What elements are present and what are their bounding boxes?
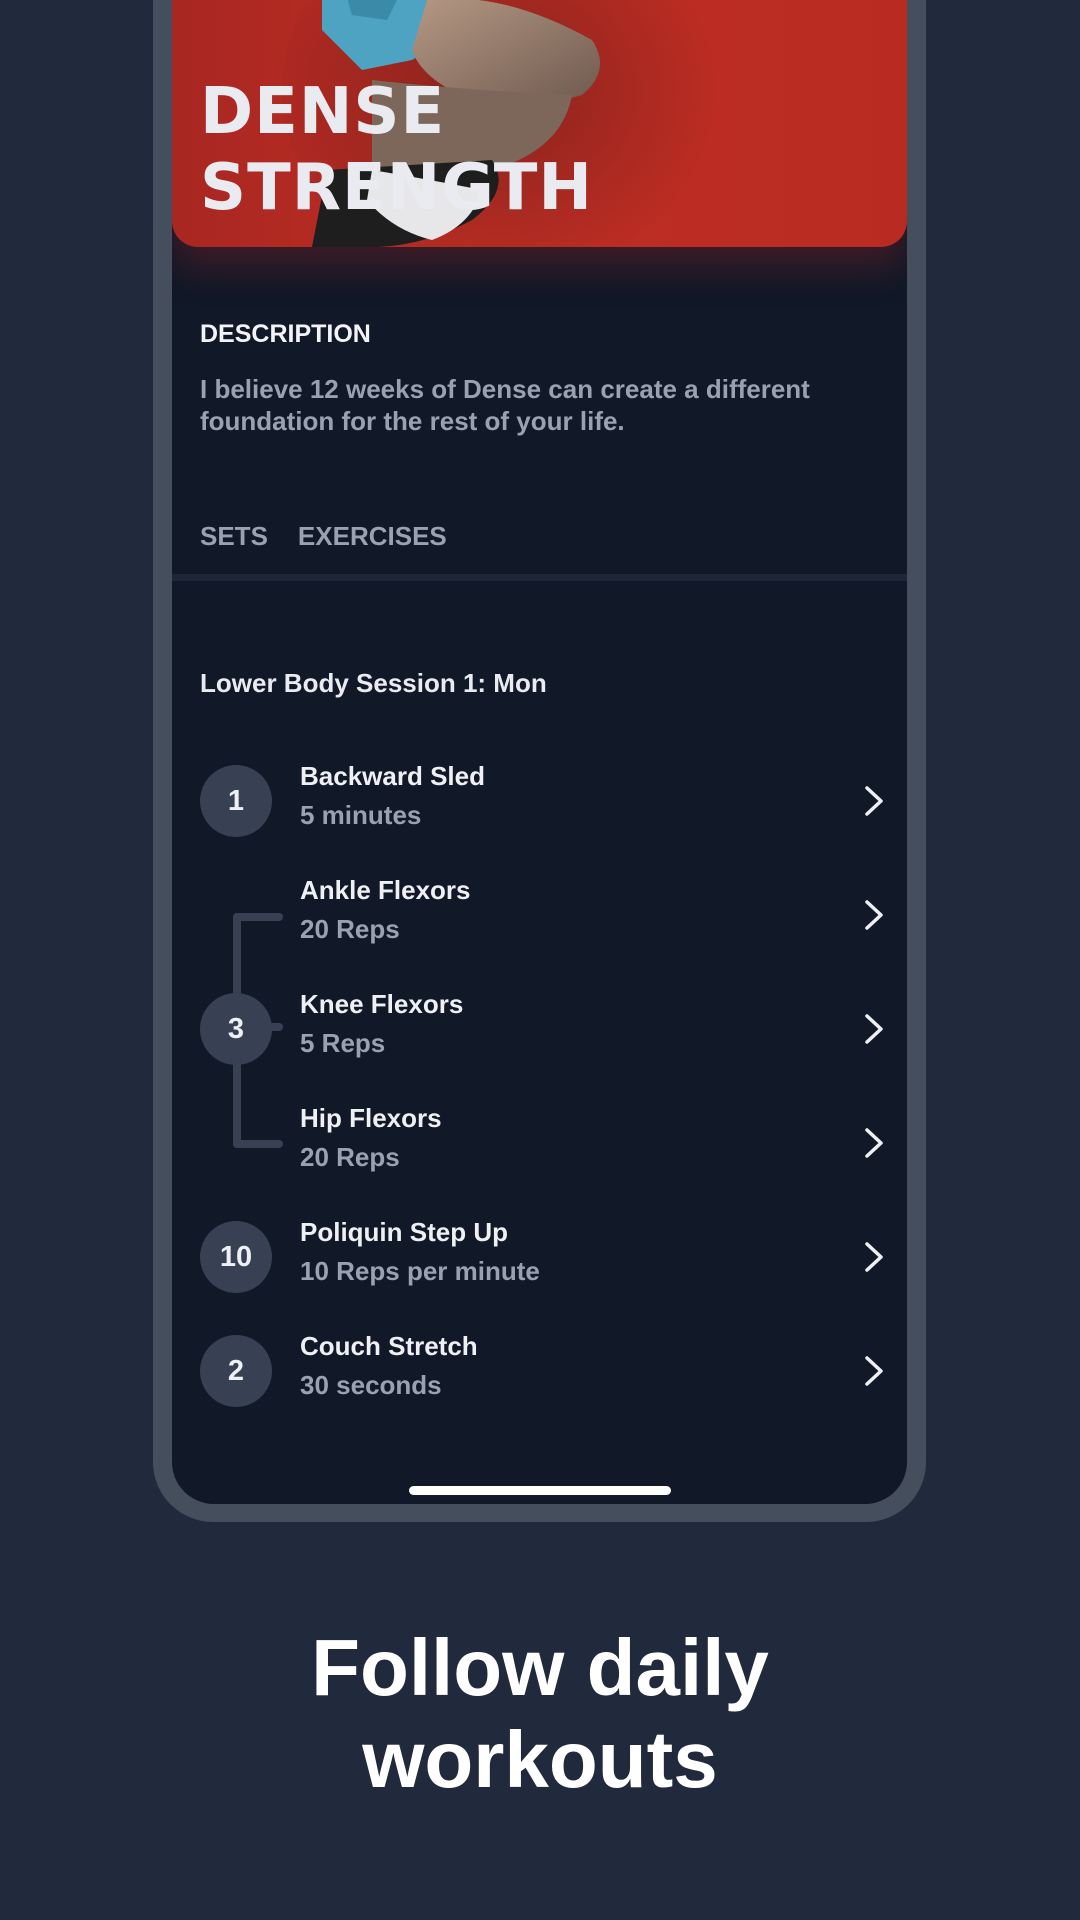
program-title-line-2: STRENGTH	[200, 151, 593, 225]
program-title: DENSE STRENGTH	[200, 74, 593, 226]
chevron-right-icon	[865, 1014, 883, 1044]
program-hero: DENSE STRENGTH	[172, 0, 907, 247]
exercise-row[interactable]: 10 Poliquin Step Up 10 Reps per minute	[172, 1207, 907, 1307]
sets-count-badge: 1	[200, 765, 272, 837]
exercise-name: Backward Sled	[300, 761, 485, 791]
exercise-row[interactable]: Hip Flexors 20 Reps	[172, 1093, 907, 1193]
chevron-right-icon	[865, 1356, 883, 1386]
exercise-detail: 30 seconds	[300, 1370, 442, 1400]
session-title: Lower Body Session 1: Mon	[200, 668, 547, 698]
app-screen: DENSE STRENGTH DESCRIPTION I believe 12 …	[172, 0, 907, 1504]
exercise-detail: 5 minutes	[300, 800, 422, 830]
exercise-row[interactable]: 1 Backward Sled 5 minutes	[172, 751, 907, 851]
description-heading: DESCRIPTION	[200, 320, 371, 348]
tab-sets[interactable]: SETS	[200, 521, 268, 552]
exercise-name: Hip Flexors	[300, 1103, 442, 1133]
exercise-row[interactable]: Ankle Flexors 20 Reps	[172, 865, 907, 965]
exercise-name: Poliquin Step Up	[300, 1217, 508, 1247]
sets-count-badge: 2	[200, 1335, 272, 1407]
tab-exercises[interactable]: EXERCISES	[298, 521, 447, 552]
sets-count-badge: 10	[200, 1221, 272, 1293]
exercise-name: Ankle Flexors	[300, 875, 471, 905]
exercise-row[interactable]: 2 Couch Stretch 30 seconds	[172, 1321, 907, 1421]
chevron-right-icon	[865, 1128, 883, 1158]
exercise-detail: 20 Reps	[300, 914, 400, 944]
exercise-row[interactable]: 3 Knee Flexors 5 Reps	[172, 979, 907, 1079]
caption-line-1: Follow daily	[311, 1623, 769, 1712]
sets-count-badge: 3	[200, 993, 272, 1065]
exercise-name: Couch Stretch	[300, 1331, 478, 1361]
chevron-right-icon	[865, 1242, 883, 1272]
exercise-name: Knee Flexors	[300, 989, 464, 1019]
program-title-line-1: DENSE	[200, 75, 446, 149]
tab-bar: SETS EXERCISES	[200, 521, 447, 552]
chevron-right-icon	[865, 786, 883, 816]
exercise-detail: 20 Reps	[300, 1142, 400, 1172]
home-indicator[interactable]	[409, 1486, 671, 1495]
description-text: I believe 12 weeks of Dense can create a…	[200, 374, 810, 436]
caption-line-2: workouts	[362, 1715, 718, 1804]
exercise-detail: 5 Reps	[300, 1028, 386, 1058]
tab-divider	[172, 574, 907, 581]
chevron-right-icon	[865, 900, 883, 930]
marketing-caption: Follow daily workouts	[0, 1622, 1080, 1806]
exercise-detail: 10 Reps per minute	[300, 1256, 540, 1286]
